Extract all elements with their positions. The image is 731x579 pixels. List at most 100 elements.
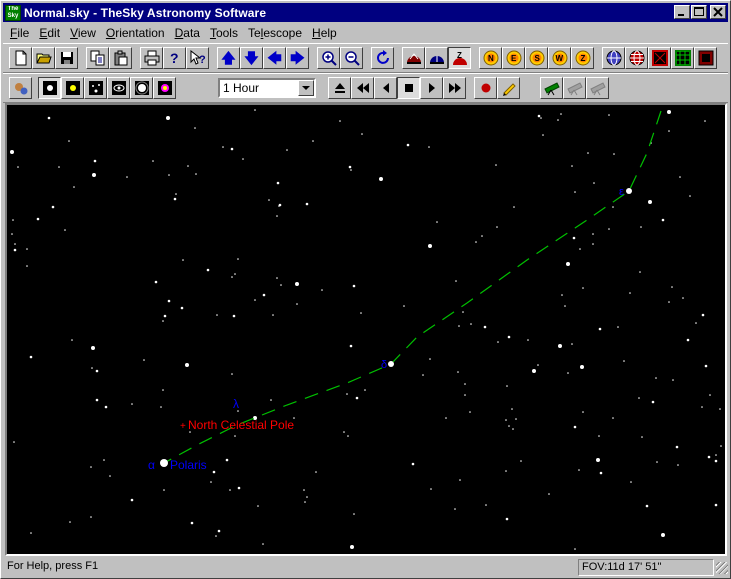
star[interactable] [719,408,721,410]
star[interactable] [707,455,711,459]
star[interactable] [582,411,584,413]
menu-orientation[interactable]: Orientation [101,26,170,40]
star[interactable] [126,176,128,178]
star[interactable] [131,403,133,405]
star[interactable] [411,462,415,466]
star[interactable] [505,419,507,421]
star[interactable] [512,428,514,430]
star[interactable] [349,344,353,348]
star[interactable] [459,479,461,481]
grid-globe-button[interactable] [625,47,648,69]
minimize-button[interactable] [674,5,690,19]
star[interactable] [109,475,111,477]
star[interactable] [29,355,33,359]
menu-telescope[interactable]: Telescope [243,26,307,40]
face-zenith-button[interactable]: Z [571,47,594,69]
star[interactable] [242,158,244,160]
eject-button[interactable] [328,77,351,99]
star[interactable] [579,248,581,250]
star[interactable] [346,393,348,395]
celestial-sphere-button[interactable] [602,47,625,69]
star[interactable] [95,398,99,402]
star[interactable] [496,226,498,228]
star-epsilon-marker[interactable] [626,188,632,194]
star[interactable] [403,305,405,307]
dome-view-button[interactable] [425,47,448,69]
star[interactable] [296,303,298,305]
star[interactable] [686,338,690,342]
star[interactable] [234,273,236,275]
move-right-button[interactable]: 🡆 [286,47,309,69]
star[interactable] [348,165,352,169]
star-grid-button[interactable] [671,47,694,69]
star[interactable] [464,383,466,385]
frame-button[interactable] [694,47,717,69]
star[interactable] [51,205,55,209]
paste-button[interactable] [109,47,132,69]
star[interactable] [321,289,323,291]
star[interactable] [190,521,194,525]
star[interactable] [651,400,655,404]
star[interactable] [406,143,410,147]
star[interactable] [593,182,595,184]
star[interactable] [506,385,508,387]
star[interactable] [286,149,288,151]
star[interactable] [17,166,19,168]
copy-button[interactable] [86,47,109,69]
star[interactable] [276,215,278,217]
star[interactable] [695,322,697,324]
star-delta-marker[interactable] [388,361,394,367]
star[interactable] [350,169,352,171]
star[interactable] [599,471,603,475]
star[interactable] [638,397,640,399]
star[interactable] [574,191,576,193]
star[interactable] [180,306,184,310]
star[interactable] [613,153,615,155]
fast-reverse-button[interactable] [351,77,374,99]
dropdown-arrow-icon[interactable] [298,80,314,96]
star[interactable] [587,152,589,154]
star[interactable] [592,233,594,235]
star-chart-button[interactable] [648,47,671,69]
star[interactable] [505,517,509,521]
star[interactable] [163,489,165,491]
fast-forward-button[interactable] [443,77,466,99]
menu-tools[interactable]: Tools [205,26,243,40]
telescope-slew-button[interactable] [563,77,586,99]
star[interactable] [343,431,345,433]
star[interactable] [360,312,362,314]
star[interactable] [464,394,466,396]
menu-help[interactable]: Help [307,26,342,40]
star[interactable] [682,297,684,299]
app-icon[interactable]: The Sky [5,4,21,21]
star[interactable] [91,346,95,350]
show-stars-button[interactable] [38,77,61,99]
star[interactable] [457,371,459,373]
star[interactable] [194,127,196,129]
zoom-in-button[interactable] [317,47,340,69]
star[interactable] [206,268,210,272]
star[interactable] [152,160,154,162]
star[interactable] [13,248,17,252]
star[interactable] [26,265,28,267]
star[interactable] [532,369,536,373]
star[interactable] [436,221,438,223]
star[interactable] [58,166,60,168]
star[interactable] [276,181,280,185]
star[interactable] [10,150,14,154]
star[interactable] [69,521,71,523]
sky-chart-canvas[interactable]: λ δ ε + North Celestial Pole α Polaris [7,105,725,554]
star[interactable] [254,299,256,301]
star[interactable] [481,235,483,237]
star[interactable] [648,200,652,204]
star[interactable] [364,389,366,391]
star[interactable] [704,120,706,122]
star[interactable] [47,116,51,120]
star[interactable] [229,489,231,491]
star[interactable] [612,417,614,419]
star[interactable] [578,469,580,471]
star[interactable] [675,445,679,449]
star[interactable] [475,241,477,243]
star[interactable] [592,243,594,245]
star[interactable] [540,117,542,119]
